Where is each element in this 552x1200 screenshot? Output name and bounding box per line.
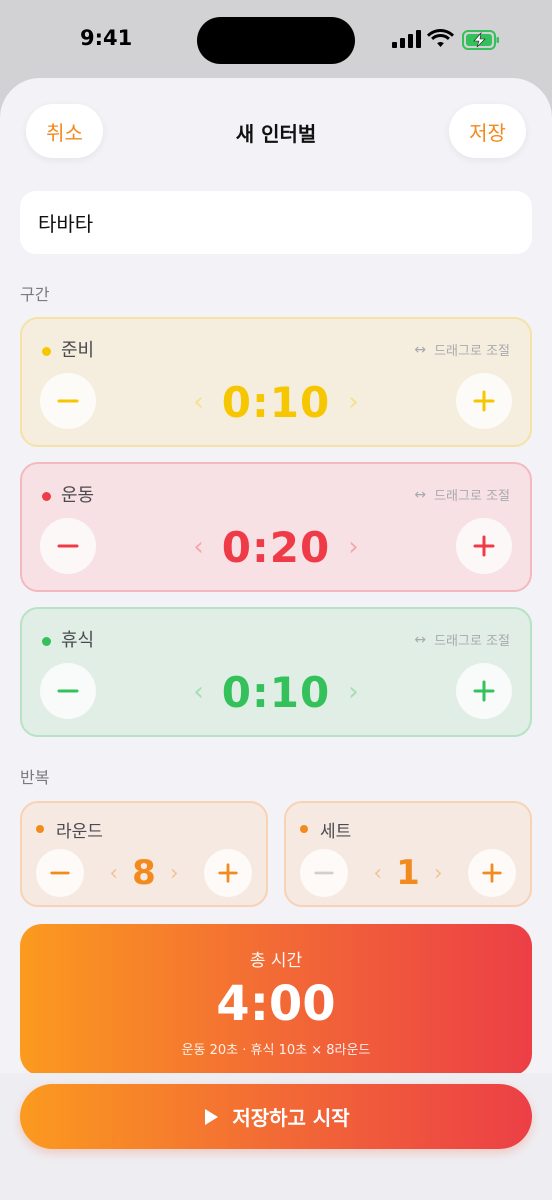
total-time-detail: 운동 20초 · 휴식 10초 × 8라운드: [181, 1043, 371, 1058]
dynamic-island: [197, 17, 355, 64]
increase-button[interactable]: [456, 373, 512, 429]
wifi-icon: [427, 29, 454, 47]
increase-button[interactable]: [456, 663, 512, 719]
segments-section-label: 구간: [20, 285, 50, 304]
drag-hint-label: 드래그로 조절: [434, 489, 510, 504]
plus-icon: [473, 535, 495, 557]
rounds-increase-button[interactable]: [204, 849, 252, 897]
increase-button[interactable]: [456, 518, 512, 574]
status-time: 9:41: [80, 26, 133, 50]
plus-icon: [473, 680, 495, 702]
play-icon: [205, 1108, 219, 1125]
rounds-label: 라운드: [56, 822, 103, 842]
battery-charging-icon: [462, 30, 499, 50]
segment-duration-slider[interactable]: ‹ 0:20 ›: [22, 518, 530, 576]
segment-color-dot: [42, 347, 51, 356]
chevron-right-icon: ›: [348, 532, 359, 562]
sets-label: 세트: [320, 822, 352, 842]
rounds-value: 8: [132, 853, 156, 893]
horizontal-arrows-icon: ↔: [414, 486, 427, 503]
segment-name: 운동: [61, 485, 95, 506]
save-and-start-label: 저장하고 시작: [232, 1106, 350, 1130]
cellular-signal-icon: [392, 30, 422, 48]
sets-value: 1: [396, 853, 420, 893]
segment-color-dot: [42, 637, 51, 646]
sets-color-dot: [300, 825, 308, 833]
segment-card-prepare: 준비 ↔ 드래그로 조절 ‹ 0:10 ›: [20, 317, 532, 447]
interval-name-input[interactable]: 타바타: [20, 191, 532, 254]
drag-hint-label: 드래그로 조절: [434, 634, 510, 649]
total-time-card: 총 시간 4:00 운동 20초 · 휴식 10초 × 8라운드: [20, 924, 532, 1076]
segment-duration-slider[interactable]: ‹ 0:10 ›: [22, 663, 530, 721]
segment-color-dot: [42, 492, 51, 501]
segment-duration: 0:20: [221, 522, 331, 572]
segment-name: 준비: [61, 340, 95, 361]
segment-duration-slider[interactable]: ‹ 0:10 ›: [22, 373, 530, 431]
rounds-card: 라운드 ‹ 8 ›: [20, 801, 268, 907]
plus-icon: [482, 863, 502, 883]
new-interval-sheet: 취소 새 인터벌 저장 타바타 구간 준비 ↔ 드래그로 조절 ‹ 0:10 › …: [0, 78, 552, 1200]
rounds-color-dot: [36, 825, 44, 833]
save-button[interactable]: 저장: [449, 104, 526, 158]
cancel-button[interactable]: 취소: [26, 104, 103, 158]
total-time-label: 총 시간: [249, 951, 303, 971]
chevron-right-icon: ›: [348, 387, 359, 417]
chevron-right-icon: ›: [348, 677, 359, 707]
segment-card-work: 운동 ↔ 드래그로 조절 ‹ 0:20 ›: [20, 462, 532, 592]
chevron-left-icon: ‹: [373, 860, 383, 886]
drag-hint: ↔ 드래그로 조절: [414, 485, 510, 505]
segment-name: 휴식: [61, 630, 95, 651]
horizontal-arrows-icon: ↔: [414, 631, 427, 648]
chevron-left-icon: ‹: [193, 677, 204, 707]
chevron-right-icon: ›: [169, 860, 179, 886]
segment-duration: 0:10: [221, 377, 331, 427]
chevron-left-icon: ‹: [193, 387, 204, 417]
chevron-left-icon: ‹: [109, 860, 119, 886]
drag-hint-label: 드래그로 조절: [434, 344, 510, 359]
status-bar: 9:41: [0, 0, 552, 80]
drag-hint: ↔ 드래그로 조절: [414, 340, 510, 360]
plus-icon: [218, 863, 238, 883]
sets-card: 세트 ‹ 1 ›: [284, 801, 532, 907]
sets-increase-button[interactable]: [468, 849, 516, 897]
chevron-left-icon: ‹: [193, 532, 204, 562]
horizontal-arrows-icon: ↔: [414, 341, 427, 358]
segment-duration: 0:10: [221, 667, 331, 717]
save-and-start-button[interactable]: 저장하고 시작: [20, 1084, 532, 1149]
plus-icon: [473, 390, 495, 412]
total-time-value: 4:00: [216, 976, 336, 1032]
segment-card-rest: 휴식 ↔ 드래그로 조절 ‹ 0:10 ›: [20, 607, 532, 737]
chevron-right-icon: ›: [433, 860, 443, 886]
repeat-section-label: 반복: [20, 768, 50, 787]
drag-hint: ↔ 드래그로 조절: [414, 630, 510, 650]
